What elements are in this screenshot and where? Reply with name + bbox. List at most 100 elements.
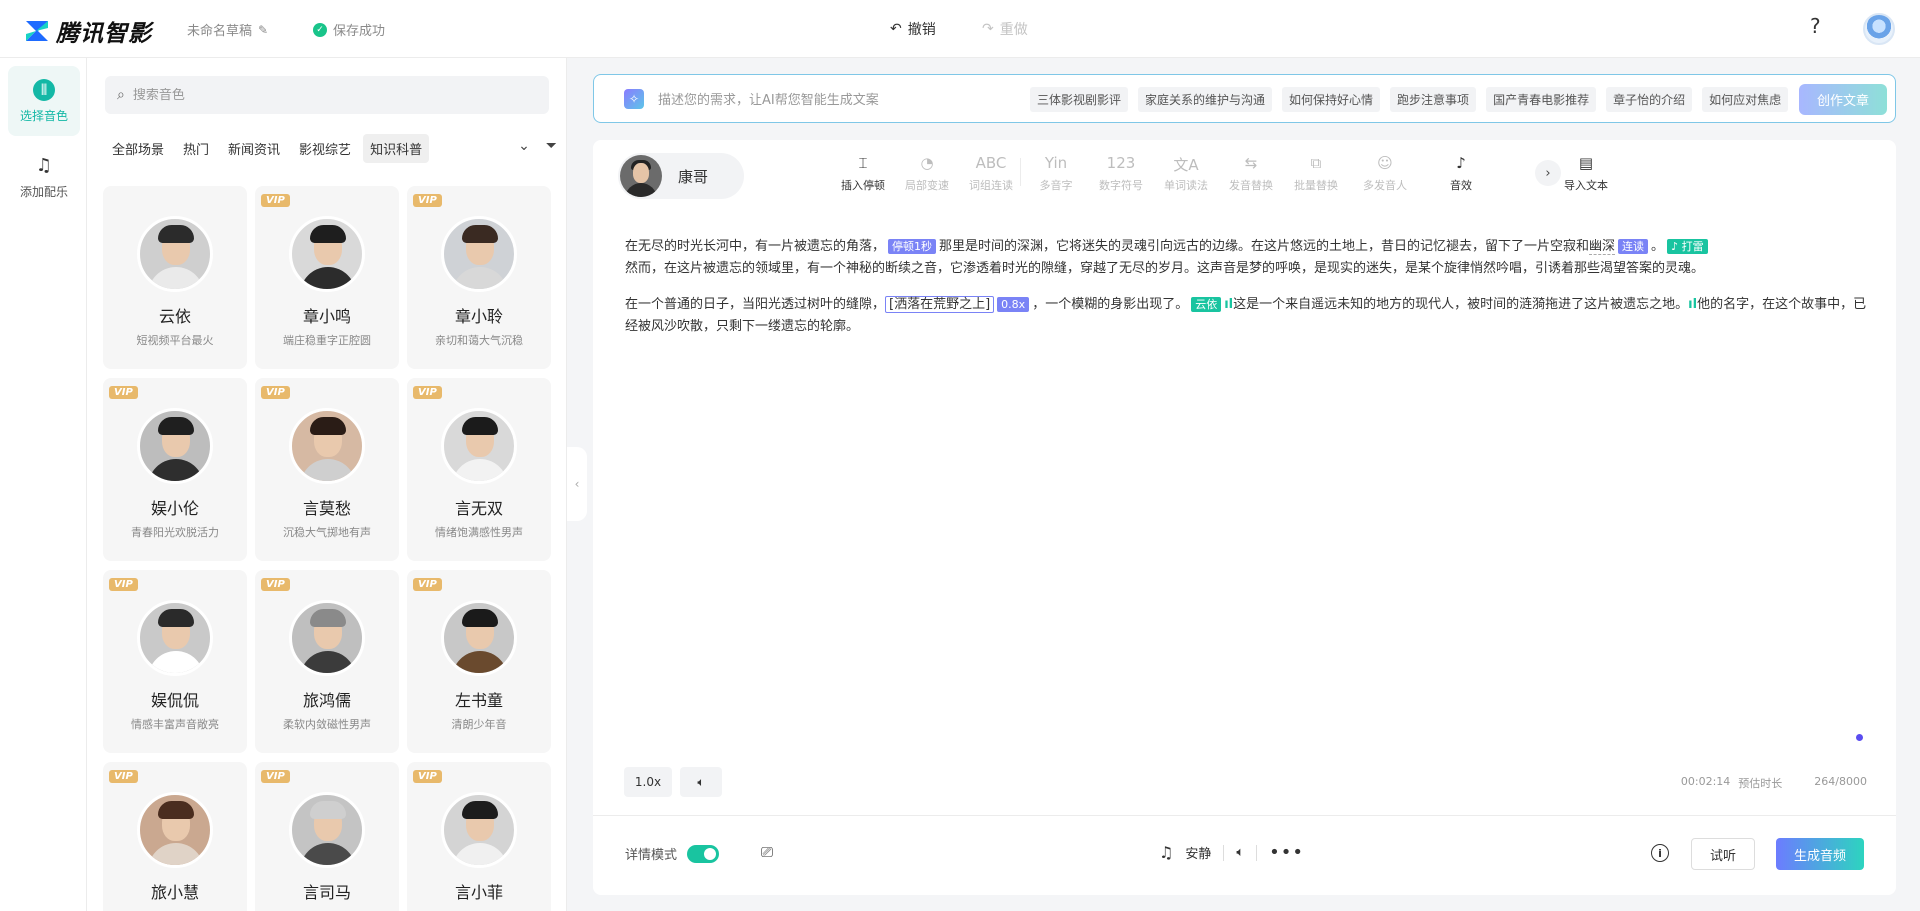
script-text[interactable]: 在无尽的时光长河中，有一片被遗忘的角落， 停顿1秒 那里是时间的深渊，它将迷失的灵魂…	[625, 236, 1875, 352]
text-segment: 这是一个来自遥远未知的地方的现代人，被时间的涟漪拖进了这片被遗忘之地。	[1233, 297, 1689, 312]
pause-tag[interactable]: 停顿1秒	[888, 239, 937, 254]
ai-copy-bar: ✧ 描述您的需求，让AI帮您智能生成文案 三体影视剧影评 家庭关系的维护与沟通 …	[593, 74, 1896, 123]
voice-card[interactable]: VIP 旅鸿儒 柔软内敛磁性男声	[255, 570, 399, 753]
sound-effect-tag[interactable]: ♪ 打雷	[1667, 239, 1708, 254]
voice-avatar	[441, 408, 517, 484]
speed-range: [洒落在荒野之上]	[885, 296, 995, 313]
vip-badge: VIP	[413, 578, 442, 591]
edit-pencil-icon[interactable]: ✎	[258, 23, 268, 37]
ai-prompt-input[interactable]: 描述您的需求，让AI帮您智能生成文案	[658, 89, 1018, 108]
vip-badge: VIP	[261, 194, 290, 207]
voice-card[interactable]: VIP 言小菲	[407, 762, 551, 911]
chevron-down-icon[interactable]: ⌄	[518, 138, 530, 154]
text-segment: 然而，在这片被遗忘的领域里，有一个神秘的断续之音，它渗透着时光的隙缝，穿越了无尽…	[625, 261, 1705, 276]
help-icon[interactable]: ?	[1810, 14, 1821, 38]
volume-button[interactable]: 🔈︎	[680, 767, 722, 797]
voice-name: 左书童	[454, 691, 503, 710]
voice-card[interactable]: VIP 章小聆 亲切和蔼大气沉稳	[407, 186, 551, 369]
bgm-controls: ♫ 安静 🔈︎ •••	[1159, 842, 1304, 863]
undo-icon: ↶	[890, 21, 902, 37]
vip-badge: VIP	[109, 770, 138, 783]
preview-button[interactable]: 试听	[1691, 838, 1755, 870]
voice-card[interactable]: VIP 章小鸣 端庄稳重字正腔圆	[255, 186, 399, 369]
detail-mode-toggle[interactable]	[687, 844, 720, 863]
voice-search-input[interactable]	[132, 87, 513, 103]
voice-desc: 青春阳光欢脱活力	[131, 526, 219, 539]
speaker-selector[interactable]: 康哥	[618, 153, 744, 199]
divider	[593, 815, 1896, 816]
voice-card[interactable]: VIP 言无双 情绪饱满感性男声	[407, 378, 551, 561]
voice-avatar	[137, 408, 213, 484]
paragraph: 在一个普通的日子，当阳光透过树叶的缝隙， [洒落在荒野之上] 0.8x ，一个模糊的身…	[625, 294, 1875, 338]
rail-item-select-voice[interactable]: ⦀ 选择音色	[8, 66, 80, 136]
scene-tabs: 全部场景 热门 新闻资讯 影视综艺 知识科普 ⌄ ⏷	[105, 132, 557, 164]
tab-film[interactable]: 影视综艺	[292, 134, 358, 163]
polyphone-icon: Yin	[1044, 154, 1068, 172]
tab-knowledge[interactable]: 知识科普	[363, 133, 430, 163]
tool-label: 插入停顿	[841, 179, 885, 192]
voice-card[interactable]: VIP 娱侃侃 情感丰富声音敞亮	[103, 570, 247, 753]
bgm-label[interactable]: 安静	[1185, 843, 1211, 862]
tool-label: 批量替换	[1294, 179, 1338, 192]
generate-audio-button[interactable]: 生成音频	[1776, 838, 1864, 870]
ai-chip[interactable]: 国产青春电影推荐	[1486, 87, 1597, 112]
voice-name: 旅小慧	[150, 883, 199, 902]
redo-label: 重做	[999, 22, 1028, 38]
bgm-volume-icon[interactable]: 🔈︎	[1236, 845, 1244, 860]
create-article-button[interactable]: 创作文章	[1799, 84, 1887, 115]
link-read-tag[interactable]: 连读	[1618, 239, 1649, 254]
top-bar: 腾讯智影 未命名草稿 ✎ ✓ 保存成功 ↶ 撤销 ↷ 重做 ?	[0, 0, 1920, 58]
voice-start-icon: ıl	[1224, 297, 1234, 312]
chevron-right-icon[interactable]: ›	[1535, 160, 1561, 186]
multi-speaker-tool[interactable]: ☺ 多发音人	[1345, 154, 1425, 193]
voice-card[interactable]: VIP 娱小伦 青春阳光欢脱活力	[103, 378, 247, 561]
more-icon[interactable]: •••	[1269, 842, 1304, 863]
draft-name[interactable]: 未命名草稿 ✎	[187, 20, 268, 40]
phrase-link-icon: ABC	[975, 154, 1007, 172]
divider	[1020, 158, 1021, 186]
user-avatar[interactable]	[1863, 13, 1895, 45]
chevron-left-icon: ‹	[574, 477, 580, 491]
ai-chip[interactable]: 跑步注意事项	[1390, 87, 1477, 112]
divider	[1223, 844, 1225, 861]
sound-effect-icon: ♪	[1456, 154, 1466, 172]
ai-chip[interactable]: 三体影视剧影评	[1030, 87, 1129, 112]
redo-button[interactable]: ↷ 重做	[982, 19, 1028, 39]
vip-badge: VIP	[261, 386, 290, 399]
tab-hot[interactable]: 热门	[176, 134, 216, 163]
monitor-icon[interactable]: ⎚	[761, 843, 773, 861]
rail-item-add-music[interactable]: ♫ 添加配乐	[8, 142, 80, 212]
collapse-panel-button[interactable]: ‹	[567, 447, 587, 521]
ai-chip[interactable]: 家庭关系的维护与沟通	[1138, 87, 1273, 112]
tool-label: 导入文本	[1564, 179, 1608, 192]
ai-chip[interactable]: 如何应对焦虑	[1702, 87, 1789, 112]
ai-chip[interactable]: 章子怡的介绍	[1606, 87, 1693, 112]
voice-avatar	[137, 216, 213, 292]
voice-name: 言无双	[454, 499, 503, 518]
filter-icon[interactable]: ⏷	[546, 138, 557, 154]
voice-card[interactable]: VIP 左书童清朗少年音	[407, 570, 551, 753]
undo-button[interactable]: ↶ 撤销	[890, 19, 936, 39]
ai-chip[interactable]: 如何保持好心情	[1282, 87, 1381, 112]
voice-switch-tag[interactable]: 云依	[1191, 297, 1222, 312]
vip-badge: VIP	[261, 770, 290, 783]
voice-card[interactable]: VIP 言莫愁 沉稳大气掷地有声	[255, 378, 399, 561]
speed-button[interactable]: 1.0x	[624, 767, 672, 797]
voice-desc: 清朗少年音	[451, 718, 507, 731]
voice-card[interactable]: 云依 短视频平台最火	[103, 186, 247, 369]
voice-card[interactable]: VIP 言司马	[255, 762, 399, 911]
tab-all-scenes[interactable]: 全部场景	[105, 134, 171, 163]
voice-desc: 情绪饱满感性男声	[435, 526, 523, 539]
divider	[1256, 844, 1258, 861]
word-reading-icon: 文A	[1173, 156, 1199, 174]
tab-news[interactable]: 新闻资讯	[221, 134, 287, 163]
batch-replace-tool[interactable]: ⧉ 批量替换	[1276, 154, 1356, 193]
voice-name: 章小鸣	[302, 307, 351, 326]
speed-tag[interactable]: 0.8x	[997, 297, 1030, 312]
voice-avatar	[137, 792, 213, 868]
sound-effect-tool[interactable]: ♪ 音效	[1421, 154, 1501, 193]
linked-word: 幽深	[1589, 239, 1616, 255]
app-logo[interactable]: 腾讯智影	[24, 14, 152, 48]
info-icon[interactable]: i	[1651, 844, 1669, 862]
voice-card[interactable]: VIP 旅小慧	[103, 762, 247, 911]
